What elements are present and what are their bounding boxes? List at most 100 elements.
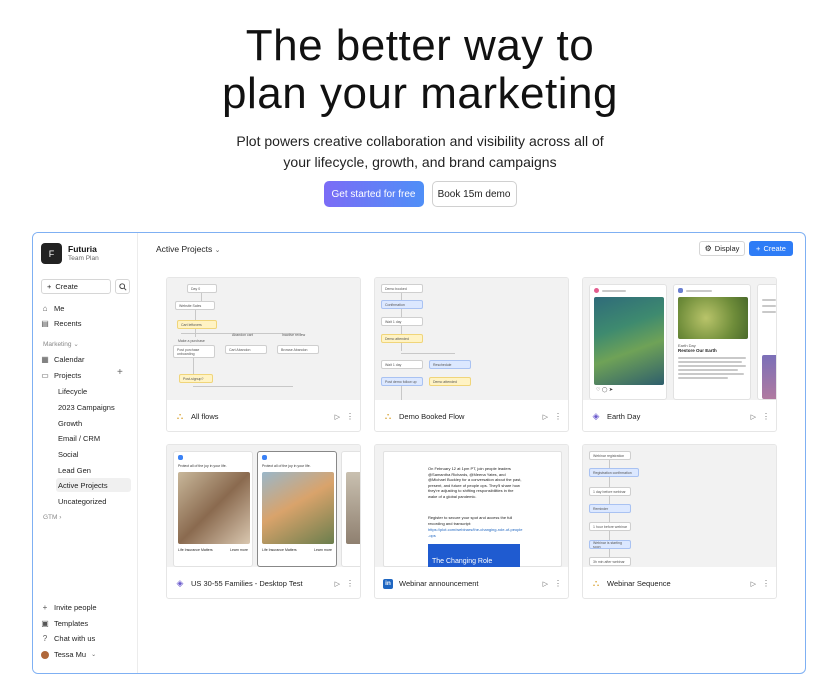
section-label: GTM — [43, 514, 58, 521]
project-item-active[interactable]: Active Projects — [56, 478, 131, 492]
card-thumbnail: Day 0 Website Sales Cart leftovers Make … — [167, 278, 360, 400]
create-label: Create — [763, 244, 786, 253]
project-item[interactable]: Lifecycle — [56, 384, 131, 398]
webinar-banner-title: The Changing Role — [432, 558, 493, 565]
display-button[interactable]: ⚙ Display — [699, 241, 745, 256]
flow-icon: ⛬ — [592, 578, 600, 588]
workspace-switcher[interactable]: F Futuria Team Plan — [41, 243, 99, 264]
text-line — [678, 361, 742, 363]
book-demo-button[interactable]: Book 15m demo — [431, 181, 517, 207]
project-card[interactable]: ♡ ◯ ➤ Earth Day Restore Our Earth ◈ Eart… — [582, 277, 777, 432]
folder-icon: ▭ — [41, 371, 49, 380]
learn-more-button: Learn more — [314, 548, 332, 552]
flow-connector — [195, 310, 196, 320]
more-icon[interactable]: ⋮ — [346, 579, 354, 588]
flow-connector — [401, 293, 402, 300]
project-item[interactable]: Uncategorized — [56, 494, 131, 508]
create-row: + Create — [41, 279, 130, 294]
hero-title: The better way to plan your marketing — [0, 22, 840, 118]
sidebar-item-recents[interactable]: ▤ Recents — [41, 317, 81, 330]
social-post-preview: ♡ ◯ ➤ — [589, 284, 667, 400]
add-project-icon[interactable]: + — [117, 367, 123, 378]
flow-node: Cart leftovers — [177, 320, 217, 329]
more-icon[interactable]: ⋮ — [762, 412, 770, 421]
cta-row: Get started for free Book 15m demo — [0, 181, 840, 207]
flow-node: Day 0 — [187, 284, 217, 293]
play-icon[interactable]: ▷ — [751, 580, 756, 588]
linkedin-post-preview: On February 12 at 1pm PT, join people le… — [383, 451, 562, 567]
flow-connector — [401, 353, 455, 354]
search-button[interactable] — [115, 279, 130, 294]
project-item[interactable]: 2023 Campaigns — [56, 400, 131, 414]
sidebar-item-me[interactable]: ⌂ Me — [41, 302, 65, 315]
more-icon[interactable]: ⋮ — [346, 412, 354, 421]
user-menu[interactable]: Tessa Mu ⌄ — [41, 648, 96, 661]
project-item[interactable]: Growth — [56, 416, 131, 430]
user-name: Tessa Mu — [54, 650, 87, 659]
more-icon[interactable]: ⋮ — [554, 579, 562, 588]
inbox-icon: ⌂ — [42, 304, 48, 313]
section-label: Marketing — [43, 341, 72, 348]
family-photo — [178, 472, 250, 544]
section-marketing[interactable]: Marketing ⌄ — [43, 340, 79, 348]
sidebar-item-calendar[interactable]: ▦ Calendar — [41, 353, 84, 366]
card-title: Earth Day — [607, 412, 641, 421]
sidebar-item-chat[interactable]: ? Chat with us — [41, 632, 96, 645]
sidebar-item-invite[interactable]: + Invite people — [41, 601, 97, 614]
flow-connector — [401, 343, 402, 351]
app-window: F Futuria Team Plan + Create ⌂ Me ▤ Rece… — [32, 232, 806, 674]
card-thumbnail: Webinar registration Registration confir… — [583, 445, 776, 567]
sidebar-item-templates[interactable]: ▣ Templates — [41, 617, 88, 630]
flow-connector — [609, 496, 610, 504]
text-line — [678, 357, 746, 359]
flow-node: Post demo follow up — [381, 377, 423, 386]
flow-node: Demo booked — [381, 284, 423, 293]
ad-preview: Protect all of the joy in your life. Lif… — [257, 451, 337, 567]
project-card[interactable]: Protect all of the joy in your life. Lif… — [166, 444, 361, 599]
card-footer: ⛬ Webinar Sequence ▷ ⋮ — [583, 567, 776, 598]
plus-icon: + — [42, 603, 48, 612]
ad-header: Protect all of the joy in your life. — [262, 464, 311, 468]
sidebar-create-button[interactable]: + Create — [41, 279, 111, 294]
play-icon[interactable]: ▷ — [751, 413, 756, 421]
project-item[interactable]: Email / CRM — [56, 431, 131, 445]
more-icon[interactable]: ⋮ — [554, 412, 562, 421]
flow-node: Post purchase onboarding — [173, 345, 215, 358]
plus-icon: + — [47, 282, 52, 291]
social-post-preview — [757, 284, 776, 400]
card-thumbnail: ♡ ◯ ➤ Earth Day Restore Our Earth — [583, 278, 776, 400]
create-button[interactable]: + Create — [749, 241, 793, 256]
flow-connector — [193, 358, 194, 374]
sidebar-item-projects[interactable]: ▭ Projects — [41, 369, 81, 382]
learn-more-button: Learn more — [230, 548, 248, 552]
page-title-label: Active Projects — [156, 244, 213, 254]
hero-subtitle: Plot powers creative collaboration and v… — [0, 131, 840, 173]
card-footer: ⛬ All flows ▷ ⋮ — [167, 400, 360, 431]
play-icon[interactable]: ▷ — [335, 413, 340, 421]
flow-connector — [401, 326, 402, 334]
flow-node: Website Sales — [175, 301, 215, 310]
sidebar-item-label: Calendar — [54, 355, 85, 364]
sliders-icon: ⚙ — [704, 244, 712, 253]
page-title[interactable]: Active Projects ⌄ — [156, 244, 220, 254]
project-card[interactable]: Day 0 Website Sales Cart leftovers Make … — [166, 277, 361, 432]
project-card[interactable]: Demo booked Confirmation Wait 1 day Demo… — [374, 277, 569, 432]
project-card[interactable]: On February 12 at 1pm PT, join people le… — [374, 444, 569, 599]
play-icon[interactable]: ▷ — [543, 413, 548, 421]
get-started-button[interactable]: Get started for free — [323, 181, 424, 207]
help-icon: ? — [42, 634, 48, 643]
play-icon[interactable]: ▷ — [335, 580, 340, 588]
flow-connector — [609, 460, 610, 468]
project-item[interactable]: Social — [56, 447, 131, 461]
section-gtm[interactable]: GTM › — [43, 514, 61, 521]
flow-node: Confirmation — [381, 300, 423, 309]
more-icon[interactable]: ⋮ — [762, 579, 770, 588]
card-footer: ◈ US 30-55 Families - Desktop Test ▷ ⋮ — [167, 567, 360, 598]
project-card[interactable]: Webinar registration Registration confir… — [582, 444, 777, 599]
chevron-down-icon: ⌄ — [91, 652, 97, 658]
chevron-right-icon: › — [59, 514, 62, 521]
play-icon[interactable]: ▷ — [543, 580, 548, 588]
project-item[interactable]: Lead Gen — [56, 463, 131, 477]
avatar — [41, 650, 49, 659]
flow-node: Demo attended — [429, 377, 471, 386]
